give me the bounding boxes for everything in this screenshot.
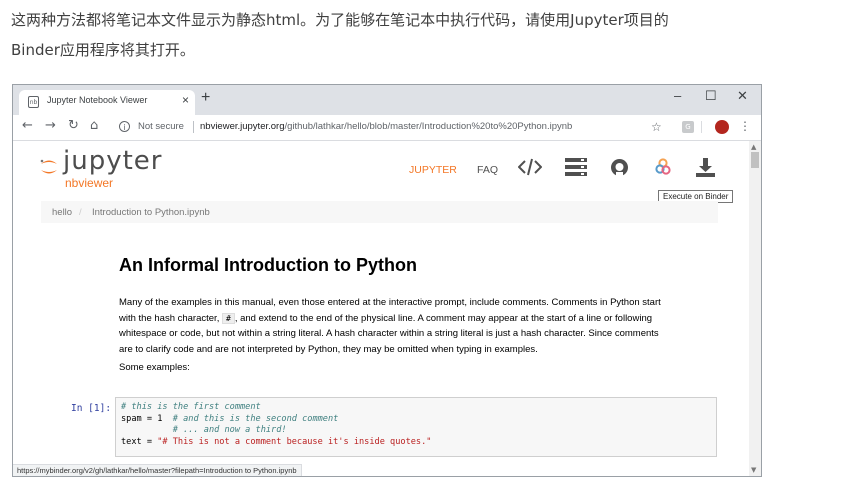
tab-jupyter-notebook-viewer[interactable]: nb Jupyter Notebook Viewer × xyxy=(19,90,195,115)
binder-icon[interactable] xyxy=(655,158,671,176)
breadcrumb-file: Introduction to Python.ipynb xyxy=(92,207,210,218)
toolbar-divider xyxy=(701,121,702,133)
article-line-1: 这两种方法都将笔记本文件显示为静态html。为了能够在笔记本中执行代码，请使用J… xyxy=(11,11,669,29)
breadcrumb: hello / Introduction to Python.ipynb xyxy=(41,201,718,223)
notebook-paragraph: Many of the examples in this manual, eve… xyxy=(119,295,709,357)
menu-icon[interactable]: ⋮ xyxy=(739,119,751,133)
browser-toolbar: ← → ↻ ⌂ i Not secure nbviewer.jupyter.or… xyxy=(13,115,761,141)
code-text: spam = 1 xyxy=(121,413,173,424)
back-icon[interactable]: ← xyxy=(22,118,33,133)
server-icon[interactable] xyxy=(565,158,587,176)
security-label: Not secure xyxy=(138,121,184,132)
code-string: "# This is not a comment because it's in… xyxy=(157,436,432,447)
jupyter-logo-text[interactable]: jupyter xyxy=(63,146,162,176)
hash-code: # xyxy=(221,312,235,324)
bookmark-star-icon[interactable]: ☆ xyxy=(651,120,662,134)
extension-icon[interactable]: G xyxy=(682,121,694,133)
paragraph-text: with the hash character, xyxy=(119,312,220,324)
tab-bar: nb Jupyter Notebook Viewer × + – ☐ ✕ xyxy=(13,85,761,115)
status-bar-url: https://mybinder.org/v2/gh/lathkar/hello… xyxy=(13,464,302,476)
tab-close-icon[interactable]: × xyxy=(182,93,189,107)
input-prompt: In [1]: xyxy=(71,403,112,414)
breadcrumb-separator: / xyxy=(79,207,82,218)
minimize-icon[interactable]: – xyxy=(674,88,681,103)
profile-avatar[interactable] xyxy=(715,120,729,134)
paragraph-text: , and extend to the end of the physical … xyxy=(234,312,653,324)
tab-title: Jupyter Notebook Viewer xyxy=(47,95,148,105)
download-icon[interactable] xyxy=(696,158,715,177)
code-content: # this is the first comment spam = 1 # a… xyxy=(121,402,431,448)
code-view-icon[interactable] xyxy=(518,158,542,176)
paragraph-line: whitespace or code, but not within a str… xyxy=(119,328,659,339)
notebook-favicon-icon: nb xyxy=(28,96,39,108)
scroll-thumb[interactable] xyxy=(751,152,759,168)
jupyter-logo-icon xyxy=(40,159,57,174)
scroll-down-icon[interactable]: ▼ xyxy=(751,466,756,474)
home-icon[interactable]: ⌂ xyxy=(90,118,98,133)
nbviewer-logo-text[interactable]: nbviewer xyxy=(65,176,113,190)
code-cell[interactable]: # this is the first comment spam = 1 # a… xyxy=(115,397,717,457)
code-text: text = xyxy=(121,436,158,447)
article-paragraph: 这两种方法都将笔记本文件显示为静态html。为了能够在笔记本中执行代码，请使用J… xyxy=(11,5,841,65)
forward-icon[interactable]: → xyxy=(45,118,56,133)
url-text[interactable]: nbviewer.jupyter.org/github/lathkar/hell… xyxy=(200,121,572,132)
paragraph-line: Many of the examples in this manual, eve… xyxy=(119,297,661,308)
examples-label: Some examples: xyxy=(119,362,190,373)
close-window-icon[interactable]: ✕ xyxy=(737,88,748,104)
code-comment: # ... and now a third! xyxy=(121,425,287,435)
nav-jupyter-link[interactable]: JUPYTER xyxy=(409,164,457,176)
url-path: /github/lathkar/hello/blob/master/Introd… xyxy=(284,121,573,132)
github-icon[interactable] xyxy=(610,158,629,177)
vertical-scrollbar[interactable]: ▲ ▼ xyxy=(749,141,761,476)
code-comment: # and this is the second comment xyxy=(172,413,339,424)
nav-faq-link[interactable]: FAQ xyxy=(477,164,498,176)
new-tab-button[interactable]: + xyxy=(201,89,210,107)
info-icon[interactable]: i xyxy=(119,121,130,132)
scroll-up-icon[interactable]: ▲ xyxy=(751,143,756,151)
browser-window: nb Jupyter Notebook Viewer × + – ☐ ✕ ← →… xyxy=(12,84,762,477)
paragraph-line: are to clarify code and are not interpre… xyxy=(119,343,538,355)
paragraph-line: with the hash character, #, and extend t… xyxy=(119,311,709,327)
breadcrumb-hello[interactable]: hello xyxy=(52,207,72,218)
divider xyxy=(193,121,194,133)
code-comment: # this is the first comment xyxy=(121,402,261,412)
page-viewport: jupyter nbviewer JUPYTER FAQ Execute on … xyxy=(13,141,749,476)
maximize-icon[interactable]: ☐ xyxy=(705,88,717,104)
article-line-2: Binder应用程序将其打开。 xyxy=(11,41,195,59)
notebook-title: An Informal Introduction to Python xyxy=(119,255,417,275)
address-bar[interactable]: i Not secure nbviewer.jupyter.org/github… xyxy=(113,117,673,137)
reload-icon[interactable]: ↻ xyxy=(68,118,79,133)
url-domain: nbviewer.jupyter.org xyxy=(200,121,285,132)
